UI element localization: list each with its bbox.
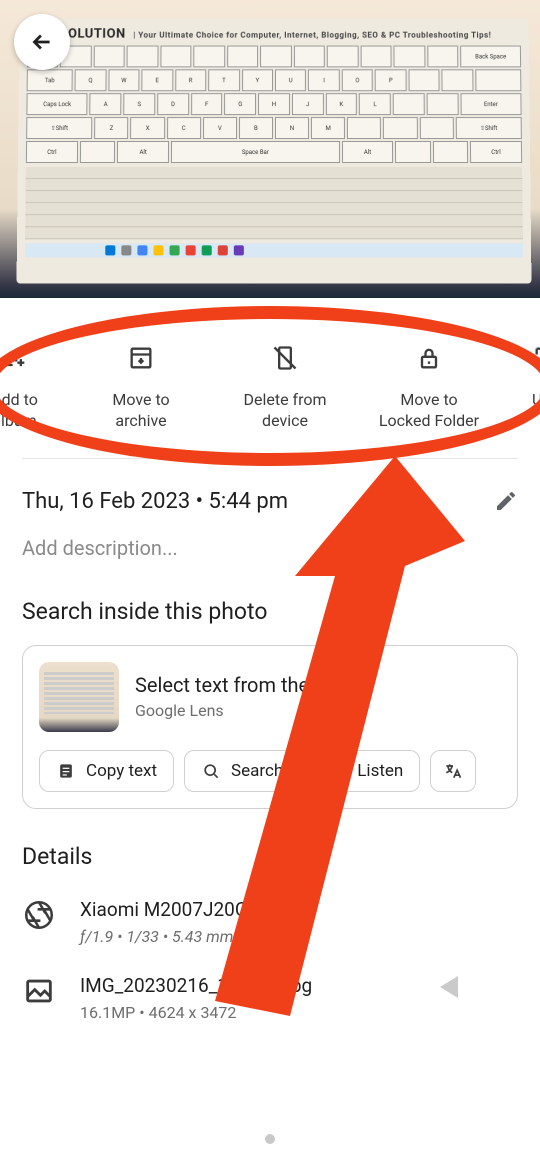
add-to-album-icon: [1, 344, 29, 372]
translate-button[interactable]: [430, 750, 476, 792]
info-section: Thu, 16 Feb 2023 • 5:44 pm Add descripti…: [0, 459, 540, 568]
description-input[interactable]: Add description...: [22, 536, 518, 560]
copy-text-label: Copy text: [86, 761, 157, 781]
image-file-icon: [22, 974, 56, 1008]
move-locked-button[interactable]: Move to Locked Folder: [374, 344, 484, 432]
edit-pencil-icon[interactable]: [494, 489, 518, 513]
back-arrow-icon: [29, 29, 55, 55]
speaker-icon: [327, 761, 347, 781]
search-section: Search inside this photo Select text fro…: [0, 568, 540, 809]
add-album-label: Add to album: [0, 390, 52, 432]
detail-device-row: Xiaomi M2007J20CI ƒ/1.9 • 1/33 • 5.43 mm…: [22, 898, 518, 946]
add-to-album-button[interactable]: Add to album: [0, 344, 52, 432]
search-title: Search inside this photo: [22, 598, 518, 625]
photo-content: s PC SOLUTION | Your Ultimate Choice for…: [17, 19, 532, 284]
aperture-icon: [22, 898, 56, 932]
action-row: Add to album Move to archive Delete from…: [0, 332, 540, 458]
wallpaper-icon: [532, 344, 540, 372]
use-as-button[interactable]: Use: [518, 344, 540, 432]
listen-button[interactable]: Listen: [310, 750, 420, 792]
locked-label: Move to Locked Folder: [374, 390, 484, 432]
lens-subtitle: Google Lens: [135, 701, 369, 720]
lens-search-icon: [201, 761, 221, 781]
delete-device-button[interactable]: Delete from device: [230, 344, 340, 432]
detail-file-row: IMG_20230216_174446.jpg 16.1MP • 4624 x …: [22, 974, 518, 1022]
archive-icon: [127, 344, 155, 372]
use-as-label: Use: [532, 390, 540, 411]
details-title: Details: [22, 843, 518, 870]
drag-handle[interactable]: [252, 310, 288, 314]
lock-icon: [415, 344, 443, 372]
archive-label: Move to archive: [86, 390, 196, 432]
nav-indicator: [265, 1134, 275, 1144]
expand-indicator-icon[interactable]: [440, 976, 458, 998]
device-name: Xiaomi M2007J20CI: [80, 898, 297, 921]
delete-label: Delete from device: [230, 390, 340, 432]
datetime-text: Thu, 16 Feb 2023 • 5:44 pm: [22, 489, 288, 514]
copy-text-button[interactable]: Copy text: [39, 750, 174, 792]
photo-preview: s PC SOLUTION | Your Ultimate Choice for…: [0, 0, 540, 298]
photo-tagline: | Your Ultimate Choice for Computer, Int…: [133, 31, 491, 40]
translate-icon: [443, 761, 463, 781]
bottom-sheet: Add to album Move to archive Delete from…: [0, 298, 540, 1150]
file-meta: 16.1MP • 4624 x 3472: [80, 1003, 312, 1022]
back-button[interactable]: [14, 14, 70, 70]
delete-device-icon: [271, 344, 299, 372]
device-meta: ƒ/1.9 • 1/33 • 5.43 mm • ISO382: [80, 927, 297, 946]
document-icon: [56, 761, 76, 781]
file-name: IMG_20230216_174446.jpg: [80, 974, 312, 997]
lens-thumbnail: [39, 662, 119, 732]
lens-card: Select text from the image Google Lens C…: [22, 645, 518, 809]
search-label: Search: [231, 761, 283, 781]
listen-label: Listen: [357, 761, 403, 781]
details-section: Details Xiaomi M2007J20CI ƒ/1.9 • 1/33 •…: [0, 809, 540, 1022]
move-archive-button[interactable]: Move to archive: [86, 344, 196, 432]
search-button[interactable]: Search: [184, 750, 300, 792]
lens-title: Select text from the image: [135, 673, 369, 697]
